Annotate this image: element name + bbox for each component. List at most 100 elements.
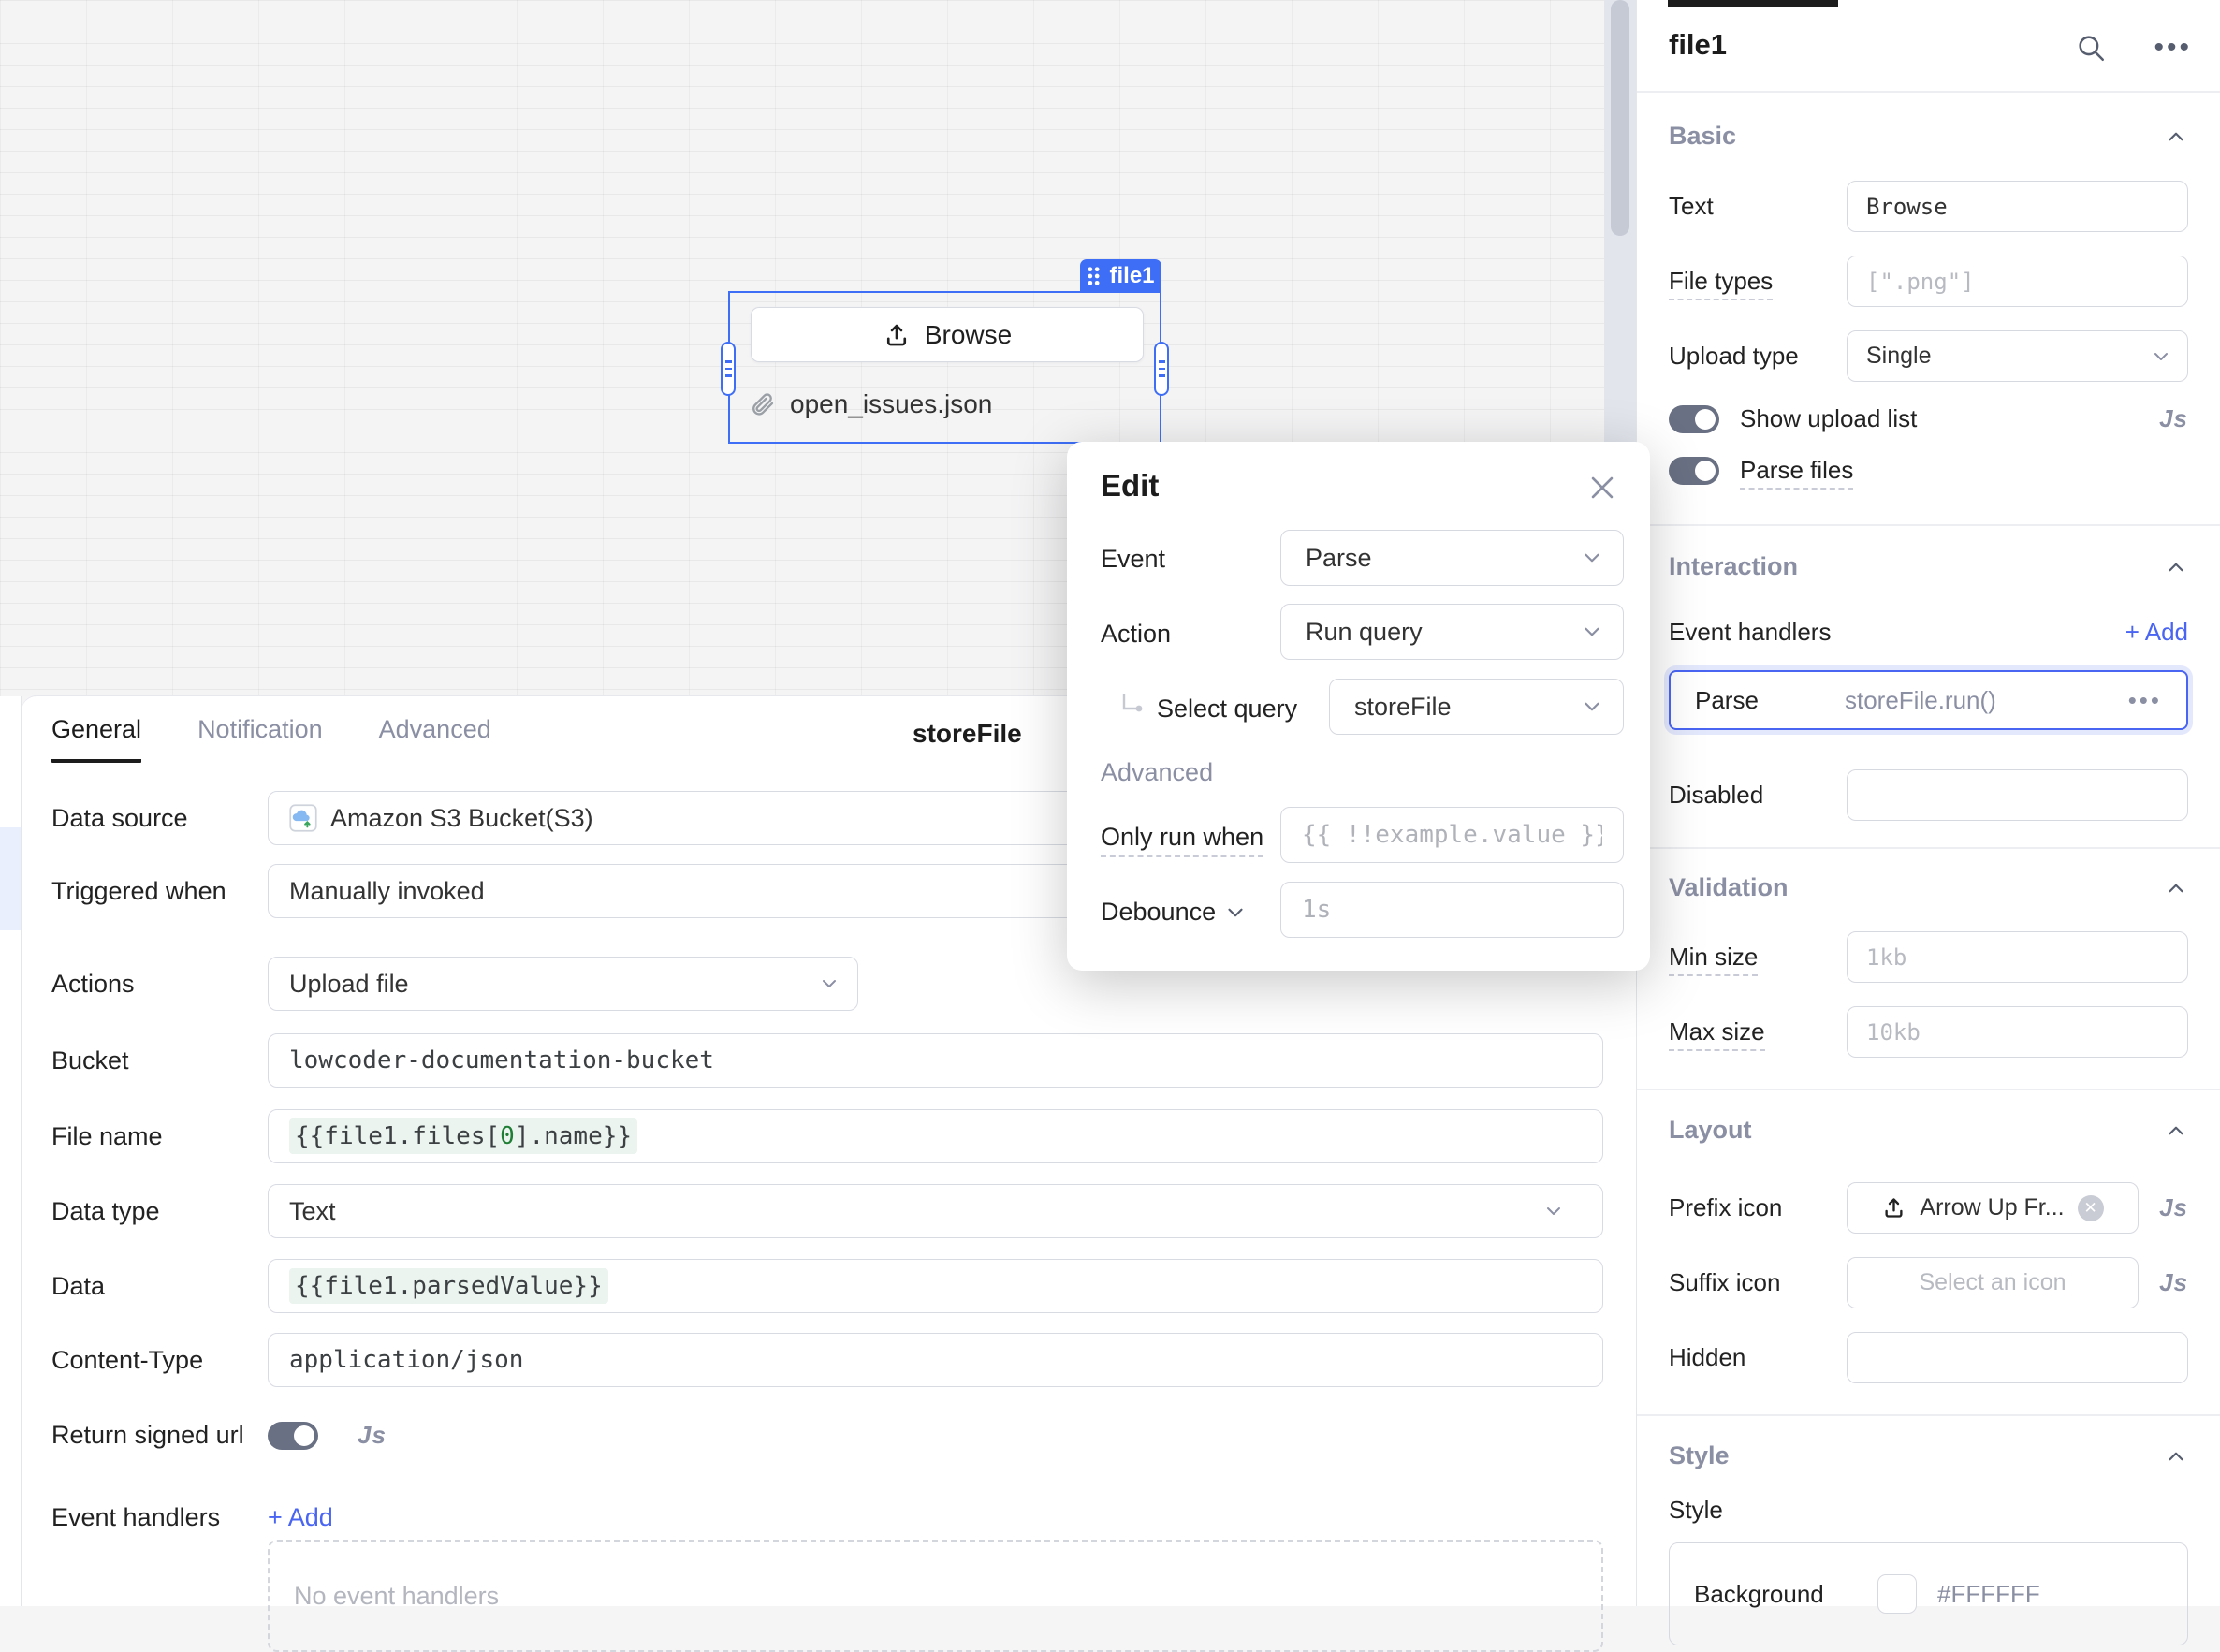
min-size-label: Min size (1669, 943, 1847, 972)
section-layout[interactable]: Layout (1669, 1116, 2188, 1145)
close-icon[interactable] (1586, 472, 1618, 504)
search-icon[interactable] (2075, 32, 2107, 64)
section-basic[interactable]: Basic (1669, 122, 2188, 151)
prefix-icon-button[interactable]: Arrow Up Fr... ✕ (1847, 1182, 2139, 1234)
hidden-input[interactable] (1847, 1332, 2188, 1383)
disabled-input[interactable] (1847, 769, 2188, 821)
chevron-down-icon (818, 972, 840, 995)
add-event-handler-link[interactable]: + Add (268, 1503, 333, 1532)
data-input[interactable]: {{file1.parsedValue}} (268, 1259, 1603, 1313)
chevron-up-icon[interactable] (2164, 1444, 2188, 1469)
upload-type-label: Upload type (1669, 342, 1847, 371)
canvas-scrollbar-thumb[interactable] (1611, 0, 1629, 236)
uploaded-file-item[interactable]: open_issues.json (749, 389, 992, 419)
handler-more-icon[interactable]: ••• (2128, 686, 2162, 715)
min-size-input[interactable] (1847, 931, 2188, 983)
parse-files-toggle[interactable] (1669, 457, 1719, 485)
hidden-row: Hidden (1669, 1332, 2188, 1383)
js-icon[interactable]: Js (2159, 404, 2188, 433)
data-type-row: Data type Text (51, 1184, 1603, 1238)
max-size-input[interactable] (1847, 1006, 2188, 1058)
file-name-label: File name (51, 1122, 268, 1151)
text-row: Text (1669, 181, 2188, 232)
file-upload-widget[interactable]: Browse open_issues.json (728, 291, 1161, 444)
disabled-label: Disabled (1669, 781, 1847, 810)
return-signed-url-toggle[interactable] (268, 1422, 318, 1450)
chevron-down-icon (2150, 345, 2172, 368)
upload-type-select[interactable]: Single (1847, 330, 2188, 382)
show-upload-list-label: Show upload list (1740, 404, 2159, 433)
js-icon[interactable]: Js (358, 1421, 387, 1450)
event-handlers-header-row: Event handlers + Add (1669, 618, 2188, 647)
file-name-input[interactable]: {{file1.files[0].name}} (268, 1109, 1603, 1163)
debounce-input[interactable] (1280, 882, 1624, 938)
add-event-handler-link[interactable]: + Add (2125, 618, 2188, 647)
uploaded-file-name: open_issues.json (790, 389, 992, 419)
triggered-when-label: Triggered when (51, 877, 268, 906)
event-handlers-label: Event handlers (51, 1503, 268, 1532)
suffix-icon-row: Suffix icon Select an icon Js (1669, 1257, 2188, 1308)
chevron-up-icon[interactable] (2164, 555, 2188, 579)
background-color-value: #FFFFFF (1937, 1580, 2040, 1609)
show-upload-list-toggle[interactable] (1669, 405, 1719, 433)
event-handler-item[interactable]: Parse storeFile.run() ••• (1669, 670, 2188, 730)
drag-handle-icon[interactable] (1087, 266, 1101, 286)
component-inspector: file1 ••• Basic Text File types Upload t… (1636, 0, 2220, 1606)
event-handlers-label: Event handlers (1669, 618, 2125, 647)
section-interaction[interactable]: Interaction (1669, 552, 2188, 581)
tab-general[interactable]: General (51, 715, 141, 763)
actions-select[interactable]: Upload file (268, 957, 858, 1011)
content-type-row: Content-Type application/json (51, 1333, 1603, 1387)
browse-button[interactable]: Browse (751, 307, 1144, 362)
show-upload-list-row: Show upload list Js (1669, 404, 2188, 433)
select-query-select[interactable]: storeFile (1329, 679, 1624, 735)
event-label: Event (1101, 545, 1165, 574)
chevron-up-icon[interactable] (2164, 876, 2188, 900)
bucket-input[interactable]: lowcoder-documentation-bucket (268, 1033, 1603, 1088)
text-input[interactable] (1847, 181, 2188, 232)
js-icon[interactable]: Js (2159, 1193, 2188, 1222)
event-value: Parse (1306, 544, 1372, 573)
section-validation[interactable]: Validation (1669, 873, 2188, 902)
suffix-icon-button[interactable]: Select an icon (1847, 1257, 2139, 1308)
content-type-input[interactable]: application/json (268, 1333, 1603, 1387)
section-style[interactable]: Style (1669, 1441, 2188, 1470)
max-size-row: Max size (1669, 1006, 2188, 1058)
file-name-expression: {{file1.files[0].name}} (289, 1118, 637, 1154)
tab-notification[interactable]: Notification (197, 715, 323, 763)
advanced-section-label[interactable]: Advanced (1101, 758, 1213, 787)
js-icon[interactable]: Js (2159, 1268, 2188, 1297)
resize-handle-left[interactable] (721, 342, 736, 396)
inspector-active-tab-indicator (1668, 0, 1838, 7)
edit-event-handler-modal: Edit Event Parse Action Run query Select… (1067, 442, 1650, 971)
more-menu-icon[interactable]: ••• (2154, 32, 2192, 64)
resize-handle-right[interactable] (1154, 342, 1169, 396)
remove-icon[interactable]: ✕ (2078, 1195, 2104, 1221)
return-signed-url-label: Return signed url (51, 1421, 268, 1450)
only-run-when-input[interactable] (1280, 807, 1624, 863)
style-label: Style (1669, 1496, 2188, 1525)
chevron-up-icon[interactable] (2164, 124, 2188, 149)
background-color-swatch[interactable] (1877, 1574, 1917, 1614)
handler-event: Parse (1695, 686, 1845, 715)
chevron-down-icon (1580, 546, 1604, 570)
s3-icon (289, 804, 317, 832)
upload-icon (883, 321, 911, 349)
actions-row: Actions Upload file (51, 957, 858, 1011)
event-select[interactable]: Parse (1280, 530, 1624, 586)
file-types-row: File types (1669, 256, 2188, 307)
file-types-input[interactable] (1847, 256, 2188, 307)
suffix-icon-label: Suffix icon (1669, 1268, 1847, 1297)
prefix-icon-row: Prefix icon Arrow Up Fr... ✕ Js (1669, 1182, 2188, 1234)
chevron-down-icon[interactable] (1223, 900, 1248, 925)
hidden-label: Hidden (1669, 1343, 1847, 1372)
tab-advanced[interactable]: Advanced (379, 715, 491, 763)
data-type-select[interactable]: Text (268, 1184, 1603, 1238)
query-tabs: General Notification Advanced (51, 715, 491, 763)
widget-name-tag[interactable]: file1 (1080, 259, 1161, 292)
action-select[interactable]: Run query (1280, 604, 1624, 660)
chevron-up-icon[interactable] (2164, 1118, 2188, 1143)
data-source-label: Data source (51, 804, 268, 833)
data-row: Data {{file1.parsedValue}} (51, 1259, 1603, 1313)
data-source-value: Amazon S3 Bucket(S3) (330, 804, 593, 833)
